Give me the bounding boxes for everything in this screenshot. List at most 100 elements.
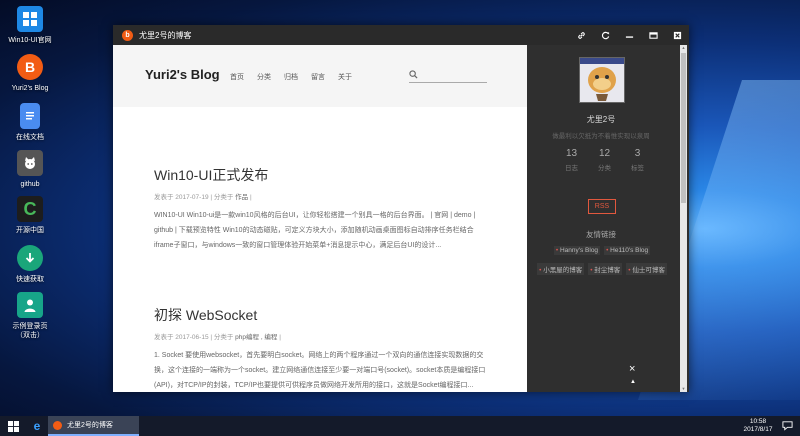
oschina-icon: C bbox=[17, 196, 43, 222]
scrollbar-thumb[interactable] bbox=[681, 53, 686, 203]
link-icon bbox=[577, 31, 585, 39]
system-clock[interactable]: 10:58 2017/8/17 bbox=[738, 418, 778, 434]
nav-categories[interactable]: 分类 bbox=[257, 72, 271, 82]
post-title[interactable]: Win10-UI正式发布 bbox=[154, 165, 488, 185]
desktop-icon-github[interactable]: github bbox=[0, 150, 60, 189]
friend-links: Hanny's Blog He110's Blog 小黑屋的博客 封尘博客 仙士… bbox=[527, 246, 677, 283]
stat-label: 日志 bbox=[565, 165, 578, 172]
desktop-icon-docs[interactable]: 在线文档 bbox=[0, 103, 60, 142]
post-meta: 发表于 2017-07-19 | 分类于 作品 | bbox=[154, 191, 488, 201]
window-controls bbox=[569, 25, 689, 45]
desktop-icon-label: 快速获取 bbox=[16, 276, 44, 283]
nav-archives[interactable]: 归档 bbox=[284, 72, 298, 82]
window-title: 尤里2号的博客 bbox=[139, 30, 192, 40]
desktop-icon-label: 在线文档 bbox=[16, 134, 44, 141]
notification-icon[interactable] bbox=[782, 420, 793, 431]
nav-guestbook[interactable]: 留言 bbox=[311, 72, 325, 82]
github-icon bbox=[17, 150, 43, 176]
maximize-button[interactable] bbox=[641, 25, 665, 45]
desktop-icon-label: 开源中国 bbox=[16, 227, 44, 234]
desktop-icon-download[interactable]: 快速获取 bbox=[0, 245, 60, 284]
minimize-icon bbox=[625, 35, 633, 38]
stat-number: 13 bbox=[565, 148, 578, 159]
friend-link[interactable]: He110's Blog bbox=[604, 246, 651, 255]
desktop-icon-login-demo[interactable]: 示例登录页 （双击） bbox=[0, 292, 60, 340]
search-input[interactable] bbox=[409, 68, 487, 83]
desktop-icon-label: github bbox=[20, 181, 40, 188]
nav-home[interactable]: 首页 bbox=[230, 72, 244, 82]
post-item: Win10-UI正式发布 发表于 2017-07-19 | 分类于 作品 | W… bbox=[154, 165, 488, 253]
blogger-icon: b bbox=[122, 29, 133, 41]
desktop-icon-label: Win10-UI官网 bbox=[8, 37, 52, 44]
document-icon bbox=[20, 103, 40, 129]
blog-logo[interactable]: Yuri2's Blog bbox=[145, 67, 220, 82]
sidebar-close-button[interactable]: × bbox=[629, 363, 635, 375]
taskbar: e 尤里2号的博客 10:58 2017/8/17 bbox=[0, 416, 800, 436]
desktop-icon-label: Yuri2's Blog bbox=[11, 85, 49, 92]
scroll-down-arrow-icon[interactable]: ▼ bbox=[680, 386, 687, 392]
link-button[interactable] bbox=[569, 25, 593, 45]
post-category[interactable]: php编程 , 编程 bbox=[235, 334, 277, 341]
post-date: 发表于 2017-07-19 | 分类于 bbox=[154, 194, 234, 201]
clock-date: 2017/8/17 bbox=[743, 426, 773, 433]
window-content: Yuri2's Blog 首页 分类 归档 留言 关于 Win10-UI正式发布 bbox=[113, 45, 689, 392]
ie-icon[interactable]: e bbox=[26, 416, 48, 436]
refresh-button[interactable] bbox=[593, 25, 617, 45]
clock-time: 10:58 bbox=[749, 418, 767, 425]
friend-link[interactable]: Hanny's Blog bbox=[553, 246, 601, 255]
blog-sidebar: 尤里2号 做最利以欠抵为不着惟实现以泉周 13 日志 12 分类 3 标签 RS… bbox=[527, 45, 689, 392]
stat-label: 分类 bbox=[598, 165, 611, 172]
blogger-icon bbox=[53, 420, 62, 430]
post-title[interactable]: 初探 WebSocket bbox=[154, 305, 488, 325]
scrollbar[interactable]: ▲ ▼ bbox=[680, 45, 687, 392]
post-excerpt: WIN10-UI Win10-ui是一款win10风格的后台UI，让你轻松搭建一… bbox=[154, 212, 476, 249]
author-description: 做最利以欠抵为不着惟实现以泉周 bbox=[552, 133, 650, 140]
post-meta-separator: | bbox=[249, 194, 252, 201]
desktop: Win10-UI官网 B Yuri2's Blog 在线文档 github C … bbox=[0, 0, 800, 416]
taskbar-item-blog[interactable]: 尤里2号的博客 bbox=[48, 416, 139, 436]
start-button[interactable] bbox=[0, 416, 26, 436]
refresh-icon bbox=[601, 31, 609, 39]
author-name: 尤里2号 bbox=[586, 115, 616, 124]
close-icon bbox=[673, 31, 681, 39]
download-icon bbox=[17, 245, 43, 271]
desktop-icon-win10ui[interactable]: Win10-UI官网 bbox=[0, 6, 60, 45]
post-category[interactable]: 作品 bbox=[235, 194, 248, 201]
minimize-button[interactable] bbox=[617, 25, 641, 45]
desktop-icon-oschina[interactable]: C 开源中国 bbox=[0, 196, 60, 235]
blog-nav: 首页 分类 归档 留言 关于 bbox=[230, 72, 365, 82]
stat-label: 标签 bbox=[631, 165, 644, 172]
stat-tags[interactable]: 3 标签 bbox=[621, 148, 654, 172]
maximize-icon bbox=[648, 31, 658, 39]
windows-icon bbox=[17, 6, 43, 32]
desktop-icon-label: 示例登录页 （双击） bbox=[12, 323, 48, 339]
friend-link[interactable]: 封尘博客 bbox=[588, 263, 623, 275]
back-to-top-button[interactable]: ▲ bbox=[630, 379, 636, 385]
rss-button[interactable]: RSS bbox=[588, 199, 616, 214]
browser-window: b 尤里2号的博客 Yuri2's Blog 首页 分类 归档 留言 关于 Wi… bbox=[113, 25, 689, 392]
post-meta-separator: | bbox=[279, 334, 281, 341]
stat-number: 12 bbox=[598, 148, 611, 159]
desktop-icon-blog[interactable]: B Yuri2's Blog bbox=[0, 54, 60, 93]
blogger-icon: B bbox=[17, 54, 43, 80]
site-stats: 13 日志 12 分类 3 标签 bbox=[555, 148, 654, 172]
scroll-up-arrow-icon[interactable]: ▲ bbox=[680, 45, 687, 51]
user-icon bbox=[17, 292, 43, 318]
friend-link[interactable]: 小黑屋的博客 bbox=[537, 263, 585, 275]
post-item: 初探 WebSocket 发表于 2017-06-15 | 分类于 php编程 … bbox=[154, 305, 488, 392]
stat-categories[interactable]: 12 分类 bbox=[588, 148, 621, 172]
friend-links-title: 友情链接 bbox=[586, 230, 616, 239]
nav-about[interactable]: 关于 bbox=[338, 72, 352, 82]
windows-icon bbox=[7, 420, 19, 432]
blog-header: Yuri2's Blog 首页 分类 归档 留言 关于 bbox=[113, 45, 527, 107]
friend-link[interactable]: 仙士可博客 bbox=[626, 263, 667, 275]
stat-posts[interactable]: 13 日志 bbox=[555, 148, 588, 172]
window-titlebar[interactable]: b 尤里2号的博客 bbox=[113, 25, 689, 45]
post-meta: 发表于 2017-06-15 | 分类于 php编程 , 编程 | bbox=[154, 331, 488, 341]
search-icon bbox=[409, 70, 418, 79]
post-date: 发表于 2017-06-15 | 分类于 bbox=[154, 334, 234, 341]
blog-main: Yuri2's Blog 首页 分类 归档 留言 关于 Win10-UI正式发布 bbox=[113, 45, 527, 392]
taskbar-item-label: 尤里2号的博客 bbox=[67, 422, 113, 429]
stat-number: 3 bbox=[634, 148, 641, 159]
close-button[interactable] bbox=[665, 25, 689, 45]
